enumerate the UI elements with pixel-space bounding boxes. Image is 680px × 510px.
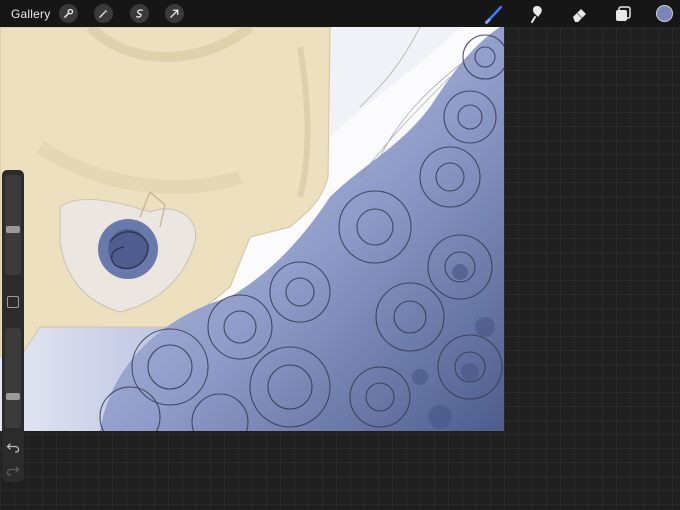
smudge-tool-button[interactable] — [526, 3, 548, 25]
adjustments-button[interactable] — [94, 4, 113, 23]
artwork-illustration — [0, 27, 504, 431]
opacity-slider[interactable] — [5, 328, 21, 428]
selection-icon — [136, 9, 143, 18]
modify-button[interactable] — [7, 296, 19, 308]
actions-wrench-button[interactable] — [59, 4, 78, 23]
opacity-thumb[interactable] — [6, 393, 20, 400]
eraser-icon — [573, 9, 586, 22]
layers-icon — [616, 6, 631, 21]
undo-icon — [6, 443, 20, 453]
redo-button[interactable] — [6, 463, 20, 476]
color-picker-button[interactable] — [656, 5, 673, 22]
brush-tool-button[interactable] — [483, 3, 505, 25]
smudge-icon — [531, 6, 542, 23]
brush-size-thumb[interactable] — [6, 226, 20, 233]
brush-size-slider[interactable] — [5, 175, 21, 275]
eraser-tool-button[interactable] — [569, 3, 591, 25]
gallery-button[interactable]: Gallery — [11, 7, 50, 21]
transform-arrow-icon — [170, 9, 179, 18]
undo-button[interactable] — [6, 440, 20, 453]
wrench-icon — [64, 8, 74, 18]
drawing-canvas[interactable] — [0, 27, 504, 431]
transform-button[interactable] — [165, 4, 184, 23]
top-toolbar: Gallery — [0, 0, 680, 27]
brush-icon — [485, 5, 503, 24]
left-sidebar — [2, 170, 24, 482]
redo-icon — [6, 466, 20, 476]
magic-wand-icon — [99, 9, 108, 18]
layers-button[interactable] — [612, 3, 634, 25]
selection-button[interactable] — [130, 4, 149, 23]
